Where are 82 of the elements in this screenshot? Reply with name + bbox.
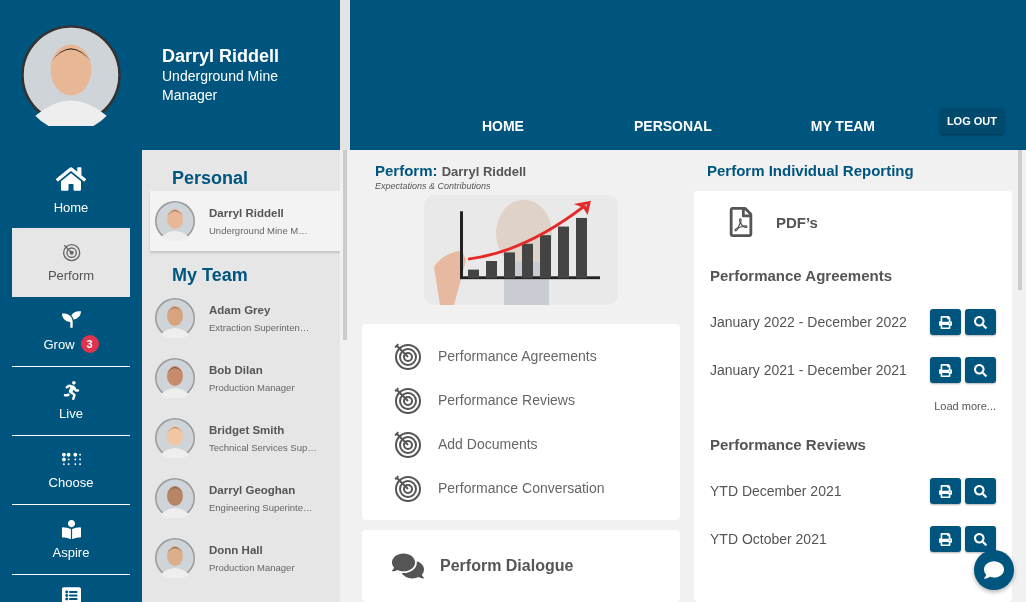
- person-item[interactable]: Bridget Smith Technical Services Sup…: [150, 408, 340, 468]
- target-icon: [392, 385, 422, 415]
- nav-link[interactable]: HOME: [427, 118, 578, 134]
- person-name: Bridget Smith: [209, 423, 286, 436]
- menu-link[interactable]: Performance Conversation: [392, 473, 650, 503]
- search-button[interactable]: [965, 478, 996, 504]
- print-button[interactable]: [930, 357, 961, 383]
- printer-icon: [939, 315, 952, 329]
- nav-rail-item[interactable]: Grow 3: [12, 297, 130, 367]
- person-name: Darryl Geoghan: [209, 483, 297, 496]
- nav-link[interactable]: PERSONAL: [597, 118, 748, 134]
- user-name: Darryl Riddell: [162, 45, 281, 67]
- report-period: YTD December 2021: [710, 483, 843, 499]
- person-item[interactable]: Bob Dilan Production Manager: [150, 348, 340, 408]
- avatar: [155, 358, 195, 398]
- nav-rail-item[interactable]: Perform: [12, 228, 130, 297]
- person-name: Bob Dilan: [209, 363, 264, 376]
- nav-link[interactable]: MY TEAM: [767, 118, 918, 134]
- printer-icon: [939, 532, 952, 546]
- reader-icon: [61, 519, 81, 539]
- avatar: [155, 201, 195, 241]
- person-name: Darryl Riddell: [209, 206, 285, 219]
- person-name: Adam Grey: [209, 303, 272, 316]
- printer-icon: [939, 484, 952, 498]
- scrollbar-thumb[interactable]: [1018, 150, 1022, 290]
- page-title: Perform: Darryl Riddell: [374, 162, 528, 179]
- target-icon: [61, 242, 81, 262]
- menu-link[interactable]: Performance Agreements: [392, 341, 650, 371]
- person-name: Donn Hall: [209, 543, 264, 556]
- logout-button[interactable]: LOG OUT: [939, 108, 1004, 134]
- person-role: Underground Mine M…: [209, 224, 308, 236]
- person-role: Extraction Superinten…: [209, 321, 310, 333]
- section-heading: Personal: [171, 168, 250, 189]
- person-item[interactable]: Darryl Geoghan Engineering Superinte…: [150, 468, 340, 528]
- avatar: [155, 478, 195, 518]
- search-icon: [974, 484, 987, 498]
- person-role: Production Manager: [209, 381, 295, 393]
- person-item[interactable]: Donn Hall Production Manager: [150, 528, 340, 588]
- search-icon: [974, 315, 987, 329]
- list-icon: [61, 585, 81, 602]
- user-title: Underground Mine Manager: [162, 66, 279, 105]
- avatar: [155, 298, 195, 338]
- page-subtitle: Expectations & Contributions: [374, 181, 492, 191]
- section-heading: Performance Reviews: [710, 436, 867, 453]
- menu-link[interactable]: Performance Reviews: [392, 385, 650, 415]
- report-period: January 2022 - December 2022: [710, 314, 908, 330]
- search-icon: [974, 363, 987, 377]
- section-heading: Performance Agreements: [710, 267, 893, 284]
- person-item[interactable]: Adam Grey Extraction Superinten…: [150, 288, 340, 348]
- nav-rail-item[interactable]: Live: [12, 367, 130, 436]
- nav-rail-item[interactable]: Aspire: [12, 505, 130, 575]
- section-heading: Perform Individual Reporting: [706, 162, 915, 179]
- printer-icon: [939, 363, 952, 377]
- sprout-icon: [61, 310, 81, 329]
- print-button[interactable]: [930, 309, 961, 335]
- target-icon: [392, 341, 422, 371]
- pdf-label: PDF’s: [776, 213, 818, 231]
- person-role: Technical Services Sup…: [209, 441, 317, 453]
- scrollbar-thumb[interactable]: [343, 150, 347, 340]
- search-button[interactable]: [965, 309, 996, 335]
- print-button[interactable]: [930, 478, 961, 504]
- target-icon: [392, 473, 422, 503]
- person-role: Engineering Superinte…: [209, 501, 313, 513]
- person-item[interactable]: Darryl Riddell Underground Mine M…: [150, 191, 340, 251]
- person-role: Production Manager: [209, 561, 295, 573]
- target-icon: [392, 429, 422, 459]
- report-period: YTD October 2021: [710, 531, 828, 547]
- search-icon: [974, 532, 987, 546]
- print-button[interactable]: [930, 526, 961, 552]
- search-button[interactable]: [965, 526, 996, 552]
- avatar: [155, 418, 195, 458]
- nav-rail-item[interactable]: Choose: [12, 436, 130, 505]
- menu-link[interactable]: Add Documents: [392, 429, 650, 459]
- section-heading: My Team: [171, 265, 249, 286]
- nav-rail-item[interactable]: Home: [12, 150, 130, 228]
- search-button[interactable]: [965, 357, 996, 383]
- report-period: January 2021 - December 2021: [710, 362, 908, 378]
- load-more-link[interactable]: Load more...: [934, 400, 996, 412]
- avatar: [155, 538, 195, 578]
- count-badge: 3: [80, 335, 99, 353]
- chat-icon: [984, 560, 1004, 580]
- runner-icon: [61, 381, 81, 400]
